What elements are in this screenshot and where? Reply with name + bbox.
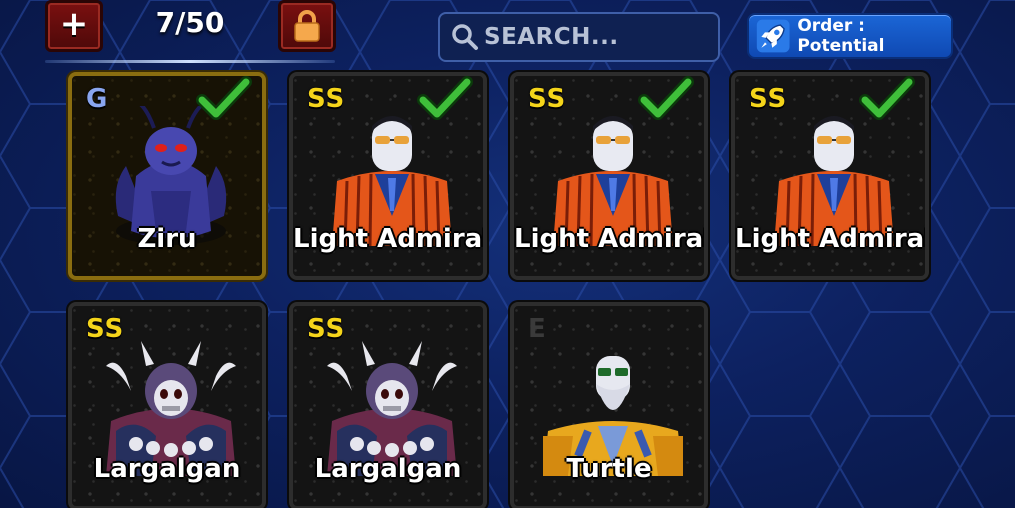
order-label: Order : Potential	[797, 16, 885, 56]
unit-name: Light Admiral	[293, 224, 487, 254]
rank-badge: SS	[528, 84, 567, 114]
unit-card[interactable]: SS Largalgan	[68, 302, 266, 508]
unit-count: 7/50	[155, 6, 225, 39]
search-input[interactable]: SEARCH...	[438, 12, 720, 62]
lock-button[interactable]	[278, 0, 336, 52]
unit-name: Light Admiral	[735, 224, 929, 254]
checkmark-icon	[638, 76, 694, 120]
unit-card[interactable]: SS Largalgan	[289, 302, 487, 508]
checkmark-icon	[196, 76, 252, 120]
unit-name: Turtle	[566, 454, 652, 484]
inventory-header: + 7/50 SEARCH... Order : Potential	[0, 0, 1015, 70]
unit-name: Largalgan	[314, 454, 462, 484]
magnifier-icon	[452, 24, 478, 50]
unit-card[interactable]: SS Light Admiral	[731, 72, 929, 280]
rocket-icon	[756, 19, 790, 53]
checkmark-icon	[859, 76, 915, 120]
rank-badge: SS	[749, 84, 788, 114]
padlock-icon	[294, 10, 320, 42]
header-divider	[45, 60, 335, 63]
checkmark-icon	[417, 76, 473, 120]
search-placeholder: SEARCH...	[484, 24, 619, 50]
add-slots-button[interactable]: +	[45, 0, 103, 52]
unit-card[interactable]: SS Light Admiral	[289, 72, 487, 280]
plus-icon: +	[59, 4, 89, 44]
unit-card[interactable]: SS Light Admiral	[510, 72, 708, 280]
unit-name: Largalgan	[93, 454, 241, 484]
rank-badge: SS	[307, 84, 346, 114]
rank-badge: E	[528, 314, 547, 344]
rank-badge: G	[86, 84, 109, 114]
rank-badge: SS	[307, 314, 346, 344]
unit-name: Ziru	[137, 224, 197, 254]
rank-badge: SS	[86, 314, 125, 344]
sort-order-button[interactable]: Order : Potential	[747, 13, 953, 59]
unit-name: Light Admiral	[514, 224, 708, 254]
unit-card[interactable]: E Turtle	[510, 302, 708, 508]
unit-card[interactable]: G Ziru	[68, 72, 266, 280]
